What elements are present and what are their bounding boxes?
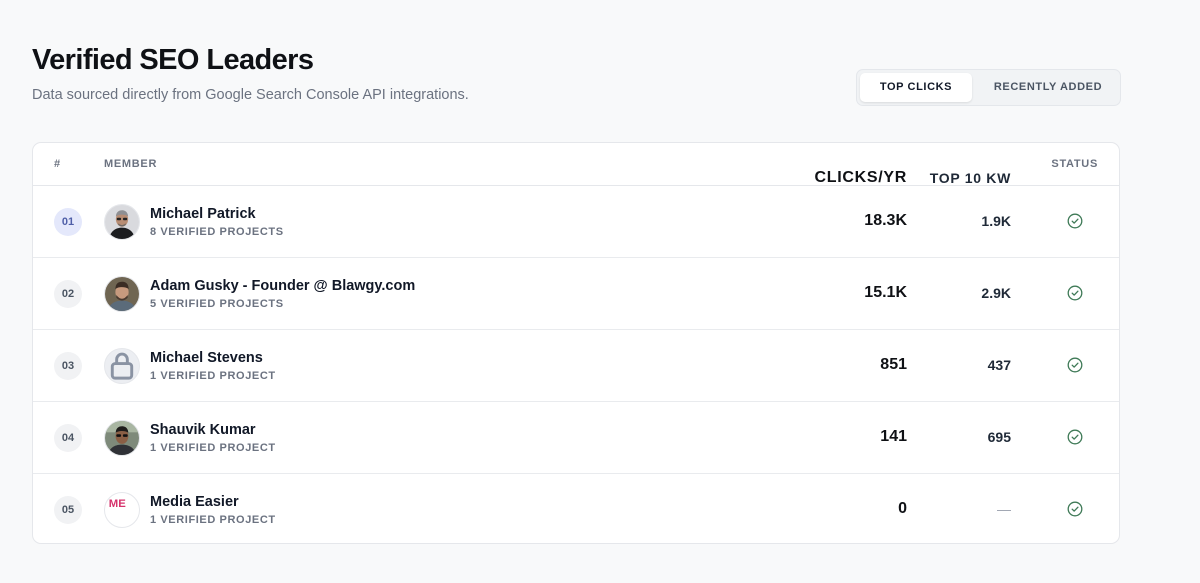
table-row[interactable]: 04 Shauvik Kumar 1 VERIFIED PROJECT 141 … [33, 402, 1119, 474]
rank-badge: 03 [54, 352, 82, 380]
media-easier-logo[interactable]: ME [104, 492, 140, 528]
page-subtitle: Data sourced directly from Google Search… [32, 87, 469, 103]
verified-projects-count: 8 VERIFIED PROJECTS [150, 226, 284, 238]
avatar[interactable] [104, 420, 140, 456]
avatar[interactable] [104, 276, 140, 312]
member-name[interactable]: Michael Patrick [150, 206, 256, 222]
member-name[interactable]: Michael Stevens [150, 350, 263, 366]
column-header-status[interactable]: STATUS [1051, 158, 1098, 170]
leaderboard-table: # MEMBER CLICKS/YR TOP 10 KW STATUS 01 M… [32, 142, 1120, 544]
column-header-clicks[interactable]: CLICKS/YR [814, 169, 907, 187]
rank-badge: 01 [54, 208, 82, 236]
verified-projects-count: 5 VERIFIED PROJECTS [150, 298, 284, 310]
top-10-keywords: 695 [987, 429, 1011, 445]
sort-toggle: TOP CLICKS RECENTLY ADDED [856, 69, 1121, 106]
rank-badge: 04 [54, 424, 82, 452]
member-name[interactable]: Shauvik Kumar [150, 422, 256, 438]
top-10-keywords: 437 [987, 357, 1011, 373]
rank-badge: 05 [54, 496, 82, 524]
check-circle-icon [1067, 357, 1083, 373]
tab-top-clicks[interactable]: TOP CLICKS [860, 73, 972, 102]
table-row[interactable]: 02 Adam Gusky - Founder @ Blawgy.com 5 V… [33, 258, 1119, 330]
top-10-keywords: — [997, 501, 1011, 517]
clicks-per-year: 141 [880, 428, 907, 445]
clicks-per-year: 0 [898, 500, 907, 517]
column-header-top-10-kw[interactable]: TOP 10 KW [930, 170, 1011, 186]
top-10-keywords: 2.9K [981, 285, 1011, 301]
table-row[interactable]: 03 Michael Stevens 1 VERIFIED PROJECT 85… [33, 330, 1119, 402]
page-title: Verified SEO Leaders [32, 44, 314, 76]
check-circle-icon [1067, 429, 1083, 445]
column-header-rank[interactable]: # [54, 158, 61, 170]
clicks-per-year: 851 [880, 356, 907, 373]
svg-text:ME: ME [109, 498, 126, 510]
check-circle-icon [1067, 285, 1083, 301]
rank-badge: 02 [54, 280, 82, 308]
member-name[interactable]: Adam Gusky - Founder @ Blawgy.com [150, 278, 415, 294]
avatar[interactable] [104, 348, 140, 384]
column-header-member[interactable]: MEMBER [104, 158, 157, 170]
verified-projects-count: 1 VERIFIED PROJECT [150, 442, 276, 454]
tab-recently-added[interactable]: RECENTLY ADDED [977, 73, 1119, 102]
clicks-per-year: 18.3K [864, 212, 907, 229]
check-circle-icon [1067, 213, 1083, 229]
avatar[interactable] [104, 204, 140, 240]
verified-projects-count: 1 VERIFIED PROJECT [150, 514, 276, 526]
clicks-per-year: 15.1K [864, 284, 907, 301]
member-name[interactable]: Media Easier [150, 494, 239, 510]
leaderboard-page: Verified SEO Leaders Data sourced direct… [0, 0, 1200, 583]
table-row[interactable]: 05 ME Media Easier 1 VERIFIED PROJECT 0 … [33, 474, 1119, 543]
verified-projects-count: 1 VERIFIED PROJECT [150, 370, 276, 382]
table-header: # MEMBER CLICKS/YR TOP 10 KW STATUS [33, 143, 1119, 186]
top-10-keywords: 1.9K [981, 213, 1011, 229]
lock-icon [110, 352, 134, 380]
table-row[interactable]: 01 Michael Patrick 8 VERIFIED PROJECTS 1… [33, 186, 1119, 258]
check-circle-icon [1067, 501, 1083, 517]
